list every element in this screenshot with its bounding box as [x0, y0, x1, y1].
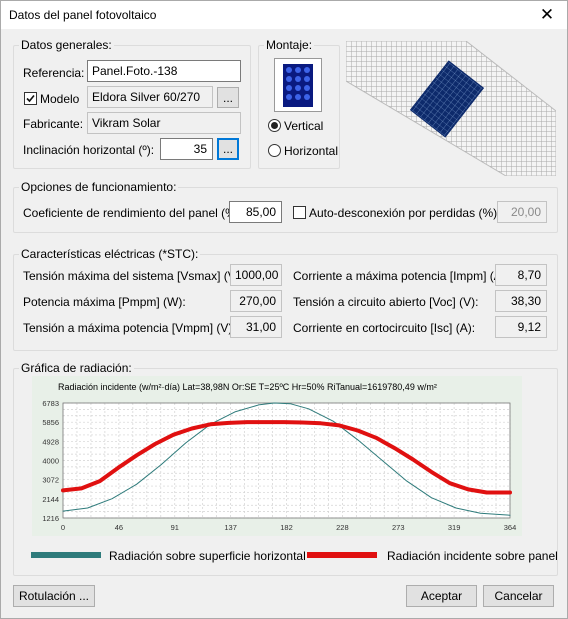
pmpm-field: 270,00: [230, 290, 282, 312]
close-button[interactable]: ✕: [527, 1, 567, 29]
rotulacion-label: Rotulación ...: [18, 589, 90, 603]
x-tick-label: 46: [115, 523, 123, 532]
x-tick-label: 273: [392, 523, 405, 532]
cancelar-label: Cancelar: [494, 589, 543, 603]
x-tick-label: 91: [171, 523, 179, 532]
pmpm-label: Potencia máxima [Pmpm] (W):: [23, 295, 186, 309]
horizontal-radio[interactable]: [268, 144, 281, 157]
isc-label: Corriente en cortocircuito [Isc] (A):: [293, 321, 476, 335]
aceptar-label: Aceptar: [420, 589, 463, 603]
modelo-checkbox[interactable]: [24, 92, 37, 105]
montaje-legend: Montaje:: [264, 38, 315, 52]
auto-desconexion-checkbox[interactable]: [293, 206, 306, 219]
general-legend: Datos generales:: [19, 38, 114, 52]
grafica-legend: Gráfica de radiación:: [19, 361, 134, 375]
voc-field: 38,30: [495, 290, 547, 312]
x-tick-label: 0: [61, 523, 65, 532]
x-tick-label: 228: [336, 523, 349, 532]
x-tick-label: 364: [504, 523, 517, 532]
opciones-legend: Opciones de funcionamiento:: [19, 180, 179, 194]
y-tick-label: 3072: [42, 476, 59, 485]
modelo-label: Modelo: [40, 92, 80, 106]
voc-label: Tensión a circuito abierto [Voc] (V):: [293, 295, 479, 309]
close-icon: ✕: [539, 5, 555, 24]
y-tick-label: 5856: [42, 418, 59, 427]
coef-label: Coeficiente de rendimiento del panel (%)…: [23, 206, 244, 220]
inclinacion-field[interactable]: 35: [160, 138, 213, 160]
vertical-label: Vertical: [284, 119, 324, 133]
aceptar-button[interactable]: Aceptar: [406, 585, 477, 607]
inclinacion-browse-button[interactable]: ...: [217, 138, 239, 160]
x-tick-label: 137: [224, 523, 237, 532]
vertical-radio[interactable]: [268, 119, 281, 132]
y-tick-label: 1216: [42, 514, 59, 523]
dialog-window: Datos del panel fotovoltaico ✕ Datos gen…: [0, 0, 568, 619]
legend-horizontal-label: Radiación sobre superficie horizontal: [109, 549, 306, 563]
window-title: Datos del panel fotovoltaico: [9, 8, 157, 22]
vmpm-field: 31,00: [230, 316, 282, 338]
electricas-legend: Características eléctricas (*STC):: [19, 247, 201, 261]
modelo-browse-button[interactable]: ...: [217, 87, 239, 108]
coef-field[interactable]: 85,00: [229, 201, 282, 223]
vsmax-field: 1000,00: [230, 264, 282, 286]
vmpm-label: Tensión a máxima potencia [Vmpm] (V):: [23, 321, 236, 335]
auto-desconexion-label: Auto-desconexión por perdidas (%):: [309, 206, 501, 220]
vsmax-label: Tensión máxima del sistema [Vsmax] (V):: [23, 269, 244, 283]
legend-horizontal-swatch: [31, 552, 101, 558]
x-tick-label: 319: [448, 523, 461, 532]
legend-panel-label: Radiación incidente sobre panel: [387, 549, 558, 563]
checkmark-icon: [26, 94, 35, 103]
vertical-panel-icon: [274, 58, 322, 112]
modelo-browse-label: ...: [222, 90, 233, 105]
legend-panel-swatch: [307, 552, 377, 558]
auto-desconexion-field: 20,00: [497, 201, 547, 223]
radiation-chart: 0 46 91 137 182 228 273 319 364 1216 2144 3072 4000 4…: [32, 376, 522, 536]
inclinacion-label: Inclinación horizontal (º):: [23, 143, 155, 157]
panel-layout-preview: [346, 41, 556, 176]
inclinacion-browse-label: ...: [222, 142, 233, 156]
impm-field: 8,70: [495, 264, 547, 286]
x-tick-label: 182: [280, 523, 293, 532]
referencia-field[interactable]: Panel.Foto.-138: [87, 60, 241, 82]
referencia-label: Referencia:: [23, 66, 85, 80]
fabricante-label: Fabricante:: [23, 117, 84, 131]
impm-label: Corriente a máxima potencia [Impm] (A):: [293, 269, 510, 283]
modelo-field: Eldora Silver 60/270: [87, 86, 213, 108]
y-tick-label: 6783: [42, 399, 59, 408]
fabricante-field: Vikram Solar: [87, 112, 241, 134]
title-bar: Datos del panel fotovoltaico ✕: [1, 1, 567, 29]
cancelar-button[interactable]: Cancelar: [483, 585, 554, 607]
y-tick-label: 4928: [42, 437, 59, 446]
chart-title: Radiación incidente (w/m²·día) Lat=38,98…: [58, 382, 437, 392]
y-tick-label: 2144: [42, 495, 59, 504]
rotulacion-button[interactable]: Rotulación ...: [13, 585, 95, 607]
horizontal-label: Horizontal: [284, 144, 339, 158]
isc-field: 9,12: [495, 316, 547, 338]
y-tick-label: 4000: [42, 457, 59, 466]
